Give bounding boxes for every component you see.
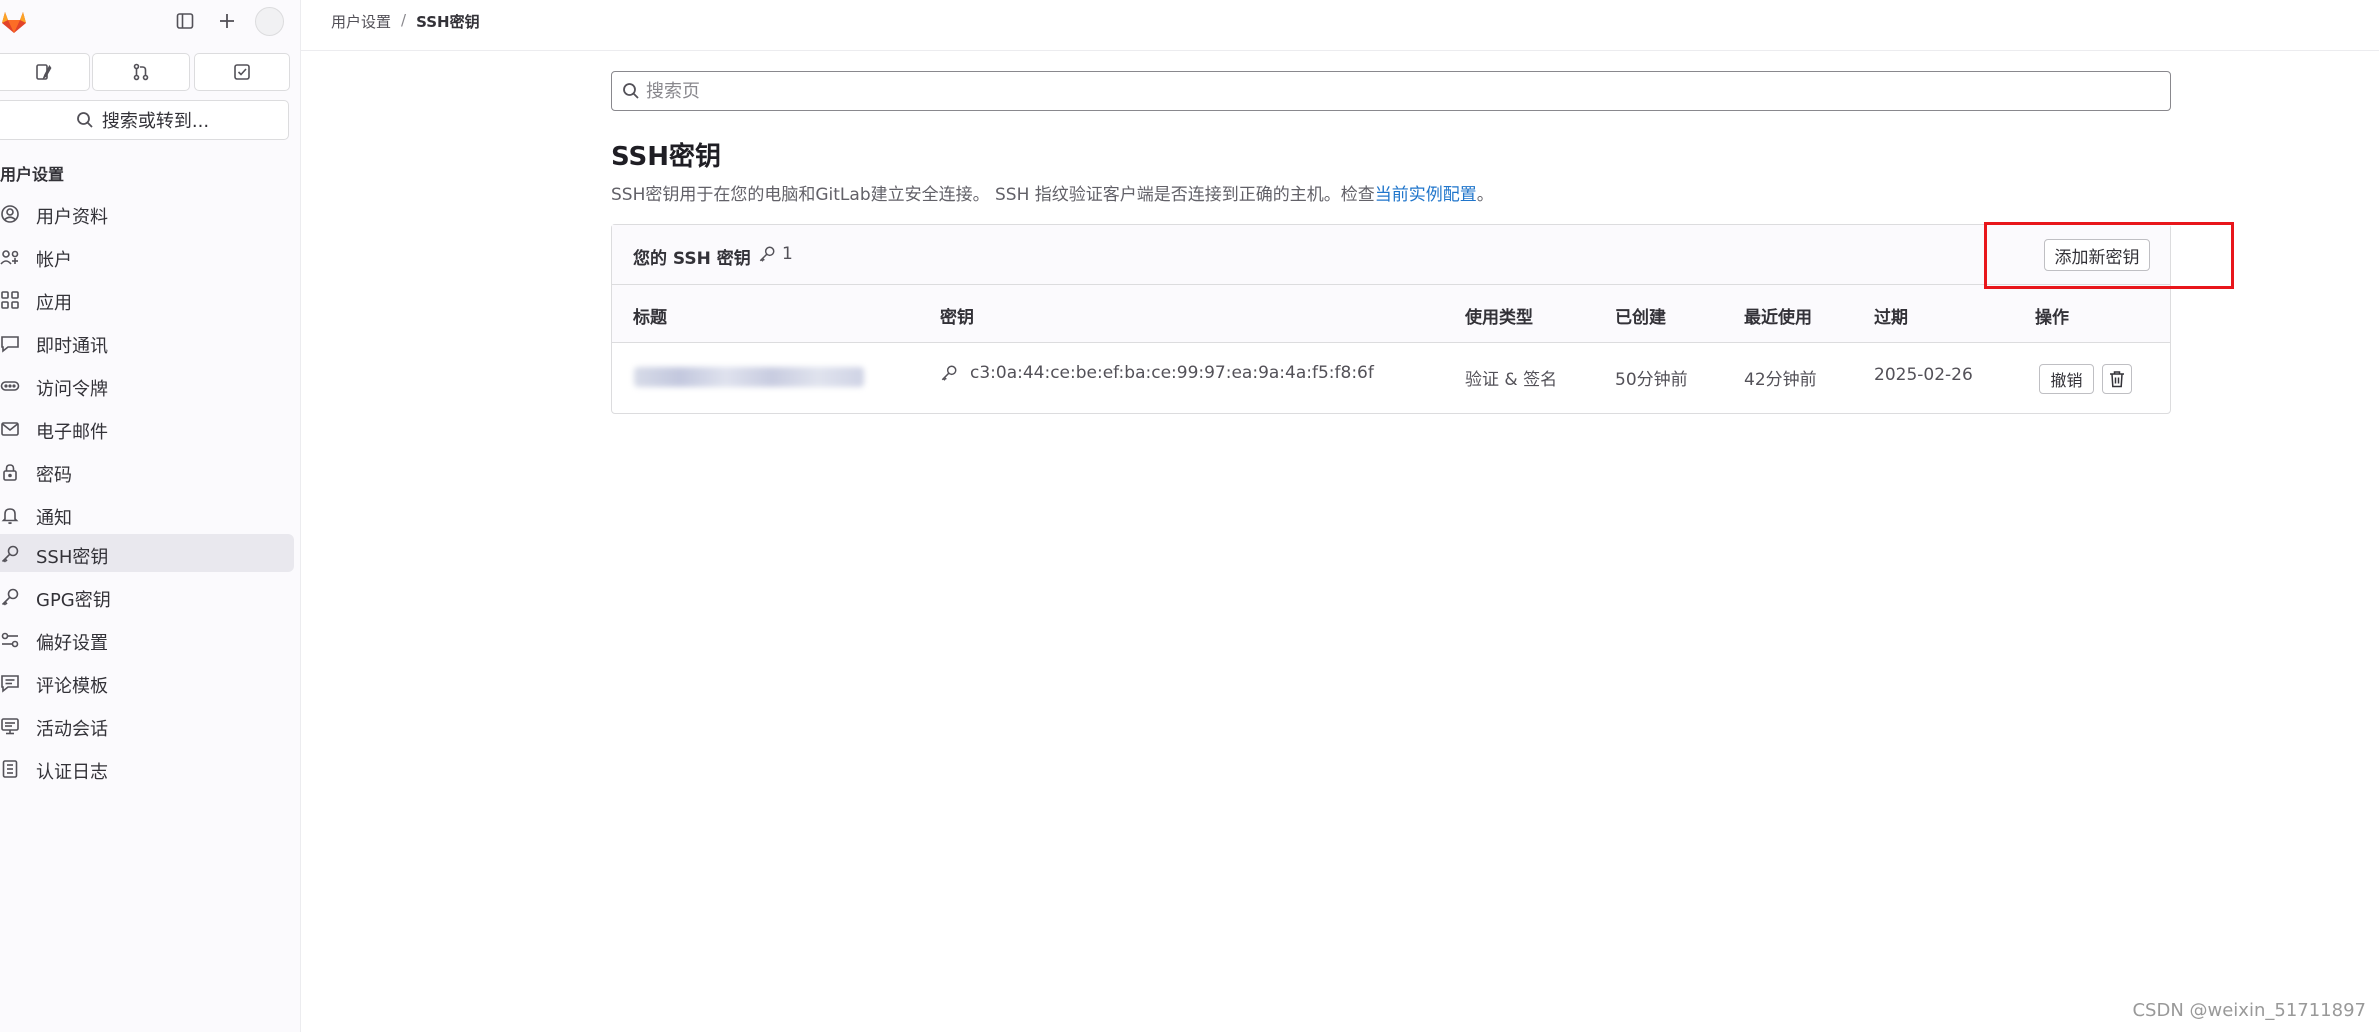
- instance-configuration-link[interactable]: 当前实例配置: [1375, 185, 1477, 205]
- key-fingerprint-cell: c3:0a:44:ce:be:ef:ba:ce:99:97:ea:9a:4a:f…: [940, 363, 1374, 383]
- sidebar: 搜索或转到... 用户设置 用户资料 帐户 应用 即时通讯 访问令牌 电子邮件 …: [0, 0, 301, 1032]
- key-icon: [758, 245, 776, 263]
- key-fingerprint: c3:0a:44:ce:be:ef:ba:ce:99:97:ea:9a:4a:f…: [970, 363, 1374, 383]
- trash-icon: [2109, 370, 2125, 388]
- column-header-actions: 操作: [2035, 308, 2069, 328]
- lock-icon: [0, 462, 20, 482]
- monitor-icon: [0, 716, 20, 736]
- todo-check-icon: [232, 62, 252, 82]
- sidebar-item-label: 电子邮件: [36, 422, 108, 443]
- sidebar-item-label: 密码: [36, 465, 72, 486]
- sidebar-item-label: 访问令牌: [36, 379, 108, 400]
- column-header-key: 密钥: [940, 308, 974, 328]
- chat-icon: [0, 333, 20, 353]
- delete-key-button[interactable]: [2102, 364, 2132, 394]
- sidebar-item-label: 活动会话: [36, 719, 108, 740]
- sidebar-item-label: 认证日志: [36, 762, 108, 783]
- issues-icon: [33, 62, 53, 82]
- page-search-box: [611, 71, 2171, 111]
- preferences-icon: [0, 630, 20, 650]
- top-bar: 用户设置 / SSH密钥: [301, 0, 2379, 51]
- sidebar-item-notifications[interactable]: 通知: [0, 495, 294, 533]
- sidebar-item-gpg-keys[interactable]: GPG密钥: [0, 577, 294, 615]
- table-row: c3:0a:44:ce:be:ef:ba:ce:99:97:ea:9a:4a:f…: [612, 343, 2170, 413]
- table-header: 标题 密钥 使用类型 已创建 最近使用 过期 操作: [612, 285, 2170, 343]
- sidebar-item-password[interactable]: 密码: [0, 452, 294, 490]
- sidebar-item-preferences[interactable]: 偏好设置: [0, 620, 294, 658]
- key-icon: [0, 544, 20, 564]
- sidebar-item-chat[interactable]: 即时通讯: [0, 323, 294, 361]
- bell-icon: [0, 505, 20, 525]
- profile-icon: [0, 204, 20, 224]
- sidebar-toggle-icon[interactable]: [172, 8, 198, 34]
- sidebar-item-auth-log[interactable]: 认证日志: [0, 749, 294, 787]
- log-icon: [0, 759, 20, 779]
- key-usage-type: 验证 & 签名: [1465, 370, 1558, 390]
- todos-button[interactable]: [194, 53, 290, 91]
- annotation-highlight-box: [1984, 222, 2234, 289]
- merge-requests-button[interactable]: [92, 53, 190, 91]
- breadcrumb-parent-link[interactable]: 用户设置: [331, 11, 391, 32]
- description-text: SSH密钥用于在您的电脑和GitLab建立安全连接。 SSH 指纹验证客户端是否…: [611, 185, 1375, 205]
- breadcrumb-current[interactable]: SSH密钥: [416, 11, 480, 32]
- revoke-button[interactable]: 撤销: [2039, 364, 2094, 394]
- column-header-expires: 过期: [1874, 308, 1908, 328]
- page-title: SSH密钥: [611, 142, 722, 172]
- avatar[interactable]: [255, 7, 284, 36]
- sidebar-item-access-tokens[interactable]: 访问令牌: [0, 366, 294, 404]
- mail-icon: [0, 419, 20, 439]
- sidebar-item-label: SSH密钥: [36, 547, 109, 568]
- search-icon: [76, 111, 94, 129]
- account-icon: [0, 247, 20, 267]
- key-icon: [0, 587, 20, 607]
- sidebar-item-applications[interactable]: 应用: [0, 280, 294, 318]
- search-or-goto-button[interactable]: 搜索或转到...: [0, 100, 289, 140]
- sidebar-item-ssh-keys[interactable]: SSH密钥: [0, 534, 294, 572]
- sidebar-item-label: 用户资料: [36, 207, 108, 228]
- key-icon: [940, 364, 958, 382]
- sidebar-section-title: 用户设置: [0, 165, 65, 184]
- key-count-badge: 1: [758, 244, 793, 264]
- create-new-icon[interactable]: [214, 8, 240, 34]
- key-last-used: 42分钟前: [1744, 370, 1817, 390]
- gitlab-logo-icon[interactable]: [0, 3, 28, 37]
- search-icon: [622, 82, 640, 100]
- column-header-created: 已创建: [1615, 308, 1666, 328]
- column-header-last-used: 最近使用: [1744, 308, 1812, 328]
- breadcrumb: 用户设置 / SSH密钥: [331, 11, 480, 32]
- watermark: CSDN @weixin_51711897: [2132, 1000, 2366, 1021]
- sidebar-item-emails[interactable]: 电子邮件: [0, 409, 294, 447]
- sidebar-item-label: 帐户: [36, 250, 72, 271]
- merge-request-icon: [131, 62, 151, 82]
- sidebar-item-label: 偏好设置: [36, 633, 108, 654]
- search-or-goto-label: 搜索或转到...: [101, 111, 210, 132]
- page-description: SSH密钥用于在您的电脑和GitLab建立安全连接。 SSH 指纹验证客户端是否…: [611, 180, 1494, 205]
- sidebar-item-active-sessions[interactable]: 活动会话: [0, 706, 294, 744]
- key-created: 50分钟前: [1615, 370, 1688, 390]
- card-title: 您的 SSH 密钥: [633, 249, 751, 269]
- sidebar-item-label: GPG密钥: [36, 590, 111, 611]
- comment-template-icon: [0, 673, 20, 693]
- token-icon: [0, 376, 20, 396]
- sidebar-item-label: 即时通讯: [36, 336, 108, 357]
- column-header-usage-type: 使用类型: [1465, 308, 1533, 328]
- column-header-title: 标题: [633, 308, 667, 328]
- sidebar-item-label: 应用: [36, 293, 72, 314]
- applications-icon: [0, 290, 20, 310]
- sidebar-item-account[interactable]: 帐户: [0, 237, 294, 275]
- sidebar-header: [0, 0, 300, 42]
- ssh-keys-card: 您的 SSH 密钥 1 添加新密钥 标题 密钥 使用类型 已创建 最近使用 过期…: [611, 224, 2171, 414]
- page-search-input[interactable]: [646, 78, 2146, 104]
- key-expires: 2025-02-26: [1874, 365, 1973, 385]
- issues-button[interactable]: [0, 53, 90, 91]
- sidebar-item-label: 通知: [36, 508, 72, 529]
- key-title-redacted[interactable]: [634, 367, 864, 387]
- breadcrumb-separator: /: [401, 11, 407, 29]
- sidebar-item-comment-templates[interactable]: 评论模板: [0, 663, 294, 701]
- description-suffix: 。: [1476, 185, 1494, 205]
- key-count-value: 1: [782, 244, 793, 264]
- sidebar-item-profile[interactable]: 用户资料: [0, 194, 294, 232]
- sidebar-item-label: 评论模板: [36, 676, 108, 697]
- card-header: 您的 SSH 密钥 1 添加新密钥: [612, 225, 2170, 285]
